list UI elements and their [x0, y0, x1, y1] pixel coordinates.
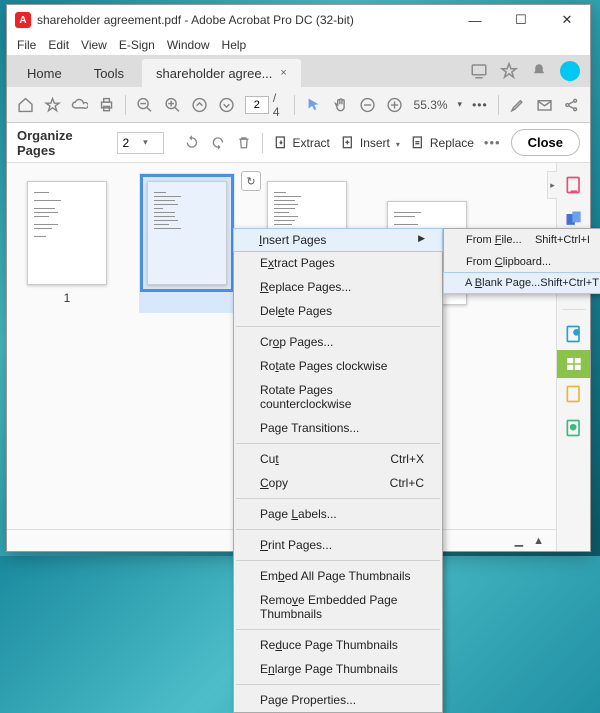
ctx-print-pages[interactable]: Print Pages...: [234, 533, 442, 557]
page-total: / 4: [273, 91, 284, 119]
menu-file[interactable]: File: [17, 38, 36, 52]
trash-icon[interactable]: [236, 134, 252, 151]
right-sidebar: ▸ ⋯: [556, 163, 590, 551]
avatar[interactable]: [560, 61, 580, 81]
toolbar-main: / 4 55.3% ▾ •••: [7, 87, 590, 123]
ctx-copy[interactable]: CopyCtrl+C: [234, 471, 442, 495]
ctx-enlarge-thumbs[interactable]: Enlarge Page Thumbnails: [234, 657, 442, 681]
thumb-label-1: 1: [64, 291, 71, 305]
close-window-button[interactable]: ✕: [544, 5, 590, 35]
page-down-icon[interactable]: [218, 96, 235, 114]
stamp-icon[interactable]: [564, 384, 584, 404]
tab-home[interactable]: Home: [13, 59, 76, 87]
tab-document[interactable]: shareholder agree...×: [142, 59, 301, 87]
share-icon[interactable]: [563, 96, 580, 114]
cloud-icon[interactable]: [71, 96, 88, 114]
replace-button[interactable]: Replace: [410, 135, 474, 151]
print-icon[interactable]: [98, 96, 115, 114]
star-outline-icon[interactable]: [44, 96, 61, 114]
acrobat-icon: A: [15, 12, 31, 28]
maximize-button[interactable]: ☐: [498, 5, 544, 35]
sidebar-collapse-icon[interactable]: ▸: [547, 171, 557, 199]
page-indicator: / 4: [245, 91, 284, 119]
menubar: File Edit View E-Sign Window Help: [7, 35, 590, 55]
context-menu: IInsert Pagesnsert Pages▶ Extract Pages …: [233, 228, 443, 713]
menu-esign[interactable]: E-Sign: [119, 38, 155, 52]
extract-button[interactable]: Extract: [273, 135, 330, 151]
more-tools-icon[interactable]: •••: [484, 135, 501, 150]
rotate-cw-icon[interactable]: [210, 134, 226, 151]
sub-blank-page[interactable]: A Blank Page...Shift+Ctrl+T: [443, 272, 600, 294]
lastside-icon[interactable]: [564, 418, 584, 438]
thumbnail-page-2[interactable]: ▬▬▬▬▬▬▬▬▬▬▬▬▬▬▬▬▬▬▬▬▬▬▬▬▬▬▬▬▬▬▬▬▬▬▬▬▬▬▬▬…: [139, 173, 235, 313]
thumb-zoom-in-icon[interactable]: ▲: [533, 535, 544, 547]
ctx-page-labels[interactable]: Page Labels...: [234, 502, 442, 526]
bell-icon[interactable]: [530, 62, 548, 80]
titlebar: A shareholder agreement.pdf - Adobe Acro…: [7, 5, 590, 35]
export-icon[interactable]: [564, 209, 584, 229]
home-icon[interactable]: [17, 96, 34, 114]
zoom-dropdown-icon[interactable]: ▾: [458, 99, 463, 110]
toolbar-organize: Organize Pages 2 Extract Insert Replace …: [7, 123, 590, 163]
page-up-icon[interactable]: [191, 96, 208, 114]
rotate-ccw-icon[interactable]: [184, 134, 200, 151]
minimize-button[interactable]: —: [452, 5, 498, 35]
sub-from-file[interactable]: From File...Shift+Ctrl+I: [444, 229, 600, 251]
ctx-replace-pages[interactable]: Replace Pages...: [234, 275, 442, 299]
menu-edit[interactable]: Edit: [48, 38, 69, 52]
ctx-embed-thumbs[interactable]: Embed All Page Thumbnails: [234, 564, 442, 588]
insert-button[interactable]: Insert: [340, 135, 400, 151]
tab-tools[interactable]: Tools: [80, 59, 138, 87]
pointer-icon[interactable]: [305, 96, 322, 114]
window-controls: — ☐ ✕: [452, 5, 590, 35]
ctx-cut[interactable]: CutCtrl+X: [234, 447, 442, 471]
ctx-extract-pages[interactable]: Extract Pages: [234, 251, 442, 275]
tab-close-icon[interactable]: ×: [280, 67, 286, 79]
ctx-delete-pages[interactable]: Delete Pages: [234, 299, 442, 323]
highlight-icon[interactable]: [509, 96, 526, 114]
menu-window[interactable]: Window: [167, 38, 210, 52]
ctx-crop-pages[interactable]: Crop Pages...: [234, 330, 442, 354]
close-organize-button[interactable]: Close: [511, 129, 580, 156]
zoom-in-icon[interactable]: [164, 96, 181, 114]
window-title: shareholder agreement.pdf - Adobe Acroba…: [37, 13, 452, 27]
thumb-zoom-out-icon[interactable]: ▁: [515, 534, 523, 547]
zoom-minus-icon[interactable]: [359, 96, 376, 114]
screen-icon[interactable]: [470, 62, 488, 80]
ctx-rotate-cw[interactable]: Rotate Pages clockwise: [234, 354, 442, 378]
star-icon[interactable]: [500, 62, 518, 80]
create-icon[interactable]: [564, 175, 584, 195]
thumbnail-page-1[interactable]: ▬▬▬▬▬▬▬▬▬▬▬▬▬▬▬▬▬▬▬▬▬▬▬▬▬▬▬▬▬▬▬▬▬▬▬▬▬▬▬▬…: [27, 181, 107, 305]
ctx-page-properties[interactable]: Page Properties...: [234, 688, 442, 712]
zoom-plus-icon[interactable]: [386, 96, 403, 114]
menu-help[interactable]: Help: [222, 38, 247, 52]
comment-icon[interactable]: [564, 324, 584, 344]
organize-title: Organize Pages: [17, 128, 107, 158]
ctx-insert-pages[interactable]: IInsert Pagesnsert Pages▶: [233, 228, 443, 252]
ctx-remove-thumbs[interactable]: Remove Embedded Page Thumbnails: [234, 588, 442, 626]
zoom-out-icon[interactable]: [136, 96, 153, 114]
ctx-rotate-ccw[interactable]: Rotate Pages counterclockwise: [234, 378, 442, 416]
tabbar: Home Tools shareholder agree...×: [7, 55, 590, 87]
zoom-level[interactable]: 55.3%: [414, 98, 448, 112]
hand-icon[interactable]: [332, 96, 349, 114]
menu-view[interactable]: View: [81, 38, 107, 52]
insert-submenu: From File...Shift+Ctrl+I From Clipboard.…: [443, 228, 600, 294]
more-icon[interactable]: •••: [472, 98, 488, 112]
sub-from-clipboard[interactable]: From Clipboard...: [444, 251, 600, 273]
rotate-handle-icon[interactable]: ↻: [241, 171, 261, 191]
ctx-transitions[interactable]: Page Transitions...: [234, 416, 442, 440]
mail-icon[interactable]: [536, 96, 553, 114]
organize-active-icon[interactable]: [557, 350, 591, 378]
page-select[interactable]: 2: [117, 132, 164, 154]
ctx-reduce-thumbs[interactable]: Reduce Page Thumbnails: [234, 633, 442, 657]
page-current-input[interactable]: [245, 96, 269, 114]
